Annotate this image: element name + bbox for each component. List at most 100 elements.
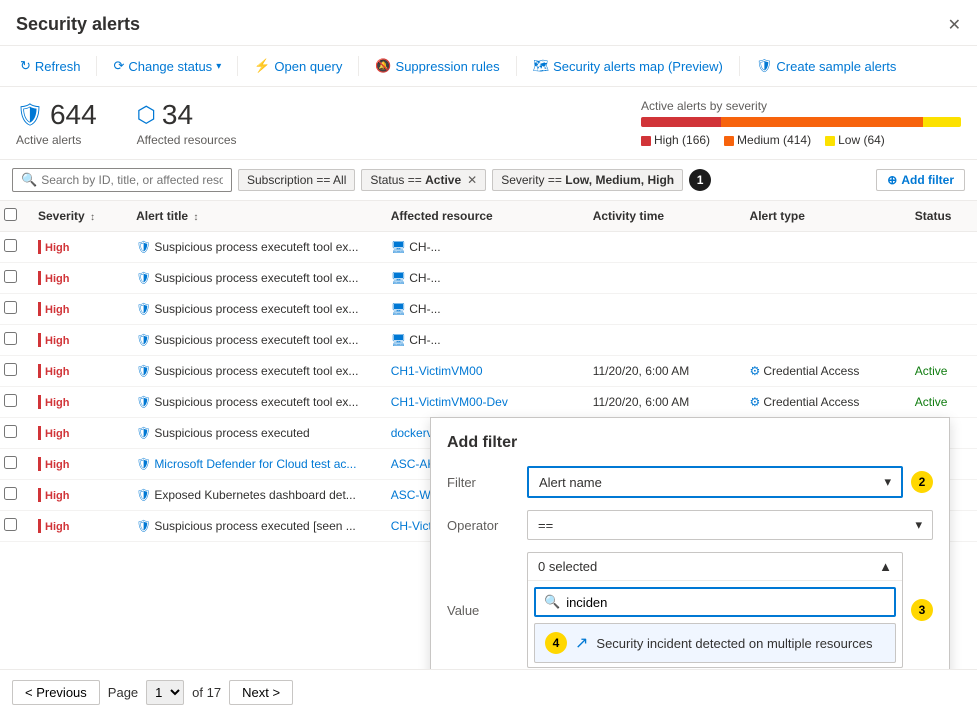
bar-high	[641, 117, 721, 127]
value-search-input[interactable]	[566, 595, 886, 610]
value-option-item[interactable]: 4 ↗ Security incident detected on multip…	[534, 623, 896, 663]
row-checkbox[interactable]	[4, 394, 17, 407]
shield-icon: 🛡	[136, 488, 151, 502]
resource-cell: CH1-VictimVM00-Dev	[381, 387, 583, 418]
row-checkbox[interactable]	[4, 239, 17, 252]
table-row[interactable]: High 🛡Suspicious process executeft tool …	[0, 325, 977, 356]
severity-indicator	[38, 519, 41, 533]
filter-label: Filter	[447, 475, 527, 490]
add-filter-button[interactable]: ⊕ Add filter	[876, 169, 965, 191]
time-cell	[583, 294, 740, 325]
add-filter-title: Add filter	[447, 434, 933, 452]
row-checkbox[interactable]	[4, 456, 17, 469]
security-alerts-map-button[interactable]: 🗺 Security alerts map (Preview)	[525, 54, 731, 78]
resource-cell: 🖥 CH-...	[381, 294, 583, 325]
severity-filter-tag[interactable]: Severity == Low, Medium, High	[492, 169, 683, 191]
operator-select[interactable]: == ▾	[527, 510, 933, 540]
table-row[interactable]: High 🛡Suspicious process executeft tool …	[0, 263, 977, 294]
time-cell	[583, 232, 740, 263]
refresh-icon: ↻	[20, 58, 31, 74]
severity-indicator	[38, 426, 41, 440]
resource-link[interactable]: CH1-VictimVM00-Dev	[391, 395, 508, 409]
toolbar-separator	[358, 56, 359, 76]
monitor-icon: 🖥	[391, 333, 406, 347]
select-all-checkbox[interactable]	[4, 208, 17, 221]
chart-legend: High (166) Medium (414) Low (64)	[641, 133, 961, 147]
suppression-rules-button[interactable]: 🔕 Suppression rules	[367, 54, 507, 78]
severity-indicator	[38, 240, 41, 254]
filter-select[interactable]: Alert name ▾	[527, 466, 903, 498]
chart-title: Active alerts by severity	[641, 99, 961, 113]
summary-row: 🛡 644 Active alerts ⬡ 34 Affected resour…	[0, 87, 977, 160]
change-status-icon: ⟳	[113, 58, 124, 74]
affected-resources-label: Affected resources	[137, 133, 237, 147]
page-label: Page	[108, 685, 138, 700]
shield-icon: 🛡	[136, 457, 151, 471]
sort-icon[interactable]: ↕	[193, 212, 198, 223]
value-box: 0 selected ▲ 🔍 4 ↗ Security incident det…	[527, 552, 903, 668]
type-cell	[740, 325, 905, 356]
table-row[interactable]: High 🛡Suspicious process executeft tool …	[0, 294, 977, 325]
monitor-icon: 🖥	[391, 240, 406, 254]
search-icon: 🔍	[21, 172, 37, 188]
row-checkbox[interactable]	[4, 301, 17, 314]
toolbar-separator	[739, 56, 740, 76]
activity-time-header: Activity time	[583, 201, 740, 232]
value-label: Value	[447, 603, 527, 618]
open-query-button[interactable]: ⚡ Open query	[246, 54, 350, 78]
alert-title-cell: 🛡Microsoft Defender for Cloud test ac...	[126, 449, 381, 480]
row-checkbox[interactable]	[4, 270, 17, 283]
search-box[interactable]: 🔍	[12, 168, 232, 192]
create-sample-button[interactable]: 🛡 Create sample alerts	[748, 54, 904, 78]
sort-icon[interactable]: ↕	[90, 212, 95, 223]
value-search-box[interactable]: 🔍	[534, 587, 896, 617]
affected-resources-count: 34	[162, 99, 193, 131]
table-row[interactable]: High 🛡Suspicious process executeft tool …	[0, 356, 977, 387]
type-cell	[740, 294, 905, 325]
severity-header: Severity ↕	[28, 201, 126, 232]
severity-indicator	[38, 488, 41, 502]
search-input[interactable]	[41, 173, 223, 187]
page-select[interactable]: 1	[146, 680, 184, 705]
shield-icon: 🛡	[136, 271, 151, 285]
operator-value: ==	[538, 518, 553, 533]
value-field-row: Value 0 selected ▲ 🔍 4 ↗ Security incide…	[447, 552, 933, 668]
shield-icon: 🛡	[136, 333, 151, 347]
close-button[interactable]: ✕	[948, 15, 961, 35]
alert-title-cell: 🛡Suspicious process executeft tool ex...	[126, 294, 381, 325]
severity-label: High	[45, 397, 69, 409]
select-all-header[interactable]	[0, 201, 28, 232]
row-checkbox[interactable]	[4, 363, 17, 376]
toolbar: ↻ Refresh ⟳ Change status ▾ ⚡ Open query…	[0, 46, 977, 87]
change-status-button[interactable]: ⟳ Change status ▾	[105, 54, 229, 78]
table-row[interactable]: High 🛡Suspicious process executeft tool …	[0, 387, 977, 418]
status-filter-remove[interactable]: ✕	[467, 173, 477, 187]
row-checkbox[interactable]	[4, 332, 17, 345]
table-row[interactable]: High 🛡Suspicious process executeft tool …	[0, 232, 977, 263]
toolbar-separator	[96, 56, 97, 76]
severity-label: High	[45, 521, 69, 533]
row-checkbox[interactable]	[4, 518, 17, 531]
row-checkbox[interactable]	[4, 425, 17, 438]
value-header[interactable]: 0 selected ▲	[528, 553, 902, 581]
status-cell: Active	[905, 387, 977, 418]
resource-link[interactable]: CH1-VictimVM00	[391, 364, 483, 378]
row-checkbox[interactable]	[4, 487, 17, 500]
monitor-icon: 🖥	[391, 302, 406, 316]
status-header: Status	[905, 201, 977, 232]
subscription-filter-tag[interactable]: Subscription == All	[238, 169, 355, 191]
option-text: Security incident detected on multiple r…	[596, 636, 872, 651]
severity-label: High	[45, 273, 69, 285]
add-filter-dropdown: Add filter Filter Alert name ▾ 2 Operato…	[430, 417, 950, 669]
status-filter-tag[interactable]: Status == Active ✕	[361, 169, 486, 191]
bar-low	[923, 117, 961, 127]
next-button[interactable]: Next >	[229, 680, 293, 705]
refresh-button[interactable]: ↻ Refresh	[12, 54, 88, 78]
search-icon: 🔍	[544, 594, 560, 610]
time-cell: 11/20/20, 6:00 AM	[583, 356, 740, 387]
shield-icon: 🛡	[136, 395, 151, 409]
alert-title-cell: 🛡Suspicious process executed	[126, 418, 381, 449]
previous-button[interactable]: < Previous	[12, 680, 100, 705]
severity-indicator	[38, 364, 41, 378]
shield-icon: 🛡	[136, 519, 151, 533]
